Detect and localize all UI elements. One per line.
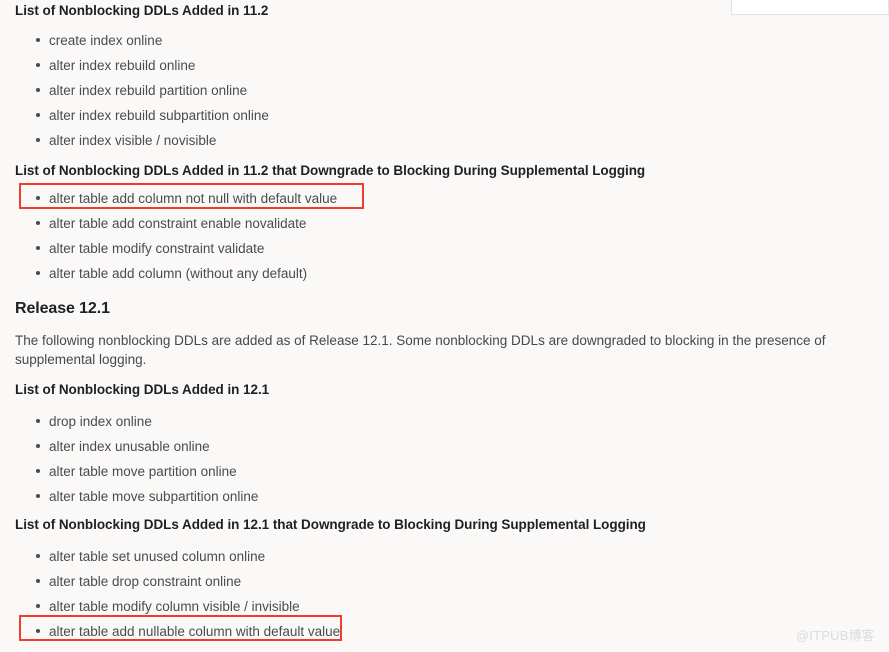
list-item: alter index rebuild online [15, 53, 269, 78]
list-item: alter table add constraint enable novali… [15, 211, 337, 236]
heading-nonblocking-ddls-12-1-downgrade: List of Nonblocking DDLs Added in 12.1 t… [15, 517, 646, 532]
list-nonblocking-ddls-12-1: drop index online alter index unusable o… [15, 409, 258, 509]
watermark: @ITPUB博客 [795, 628, 875, 643]
list-nonblocking-ddls-11-2: create index online alter index rebuild … [15, 28, 269, 153]
heading-nonblocking-ddls-12-1: List of Nonblocking DDLs Added in 12.1 [15, 382, 270, 397]
list-item: alter index rebuild partition online [15, 78, 269, 103]
paragraph-release-12-1: The following nonblocking DDLs are added… [15, 333, 826, 367]
heading-release-12-1: Release 12.1 [15, 300, 110, 317]
list-item: alter table move subpartition online [15, 484, 258, 509]
list-item: alter table add column (without any defa… [15, 261, 337, 286]
list-item: alter table move partition online [15, 459, 258, 484]
heading-nonblocking-ddls-11-2-downgrade: List of Nonblocking DDLs Added in 11.2 t… [15, 163, 646, 178]
list-item-highlighted: alter table add nullable column with def… [15, 619, 340, 644]
list-nonblocking-ddls-11-2-downgrade: alter table add column not null with def… [15, 186, 337, 286]
list-item: drop index online [15, 409, 258, 434]
list-item-highlighted: alter table add column not null with def… [15, 186, 337, 211]
list-item: create index online [15, 28, 269, 53]
list-nonblocking-ddls-12-1-downgrade: alter table set unused column online alt… [15, 544, 340, 644]
top-right-panel [731, 0, 889, 15]
list-item: alter index unusable online [15, 434, 258, 459]
list-item: alter table drop constraint online [15, 569, 340, 594]
list-item: alter table modify column visible / invi… [15, 594, 340, 619]
heading-nonblocking-ddls-11-2: List of Nonblocking DDLs Added in 11.2 [15, 3, 269, 18]
list-item: alter table modify constraint validate [15, 236, 337, 261]
list-item: alter table set unused column online [15, 544, 340, 569]
list-item: alter index visible / novisible [15, 128, 269, 153]
list-item: alter index rebuild subpartition online [15, 103, 269, 128]
